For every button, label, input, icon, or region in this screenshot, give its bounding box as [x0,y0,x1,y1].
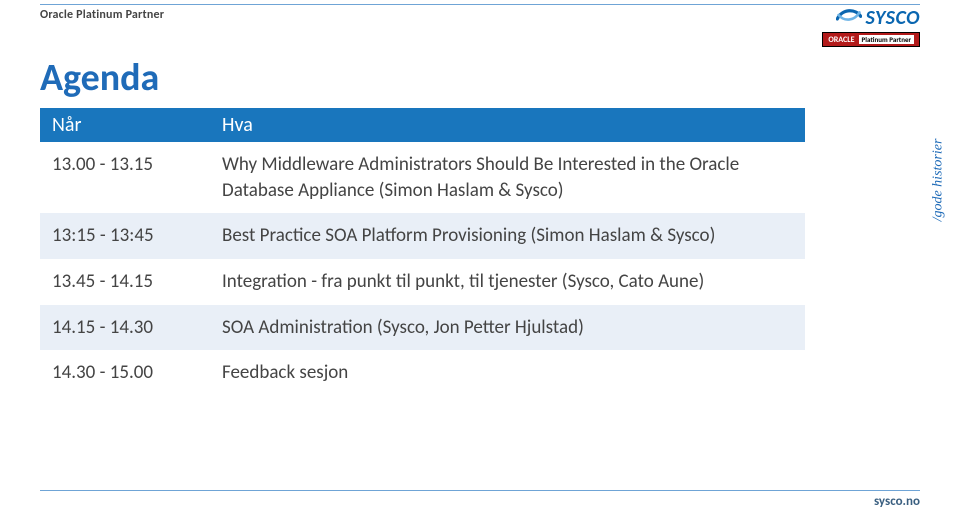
sysco-logo-text: SYSCO [866,6,920,30]
footer-divider [40,490,920,491]
cell-what: Feedback sesjon [210,350,805,396]
cell-what: SOA Administration (Sysco, Jon Petter Hj… [210,305,805,351]
oracle-badge-left: ORACLE [828,36,854,44]
cell-when: 14.30 - 15.00 [40,350,210,396]
header-divider [40,4,920,5]
cell-what: Integration - fra punkt til punkt, til t… [210,259,805,305]
col-header-what: Hva [210,108,805,142]
side-ribbon: /gode historier [928,120,948,240]
cell-when: 14.15 - 14.30 [40,305,210,351]
table-row: 14.15 - 14.30 SOA Administration (Sysco,… [40,305,805,351]
side-ribbon-text: /gode historier [930,139,946,222]
table-row: 13:15 - 13:45 Best Practice SOA Platform… [40,213,805,259]
slide: Oracle Platinum Partner SYSCO ORACLE Pla… [0,0,960,515]
sysco-swirl-icon [836,6,862,30]
table-header-row: Når Hva [40,108,805,142]
oracle-badge-right: Platinum Partner [859,35,914,44]
cell-when: 13.00 - 13.15 [40,142,210,213]
oracle-partner-badge: ORACLE Platinum Partner [822,32,920,47]
logo-area: SYSCO ORACLE Platinum Partner [822,6,920,47]
col-header-when: Når [40,108,210,142]
agenda-table: Når Hva 13.00 - 13.15 Why Middleware Adm… [40,108,805,396]
page-title: Agenda [40,55,159,101]
header-tagline: Oracle Platinum Partner [40,8,164,22]
table-row: 13.00 - 13.15 Why Middleware Administrat… [40,142,805,213]
table-row: 13.45 - 14.15 Integration - fra punkt ti… [40,259,805,305]
table-row: 14.30 - 15.00 Feedback sesjon [40,350,805,396]
sysco-logo: SYSCO [836,6,920,30]
footer-url: sysco.no [874,494,920,509]
cell-what: Best Practice SOA Platform Provisioning … [210,213,805,259]
cell-when: 13.45 - 14.15 [40,259,210,305]
cell-what: Why Middleware Administrators Should Be … [210,142,805,213]
cell-when: 13:15 - 13:45 [40,213,210,259]
